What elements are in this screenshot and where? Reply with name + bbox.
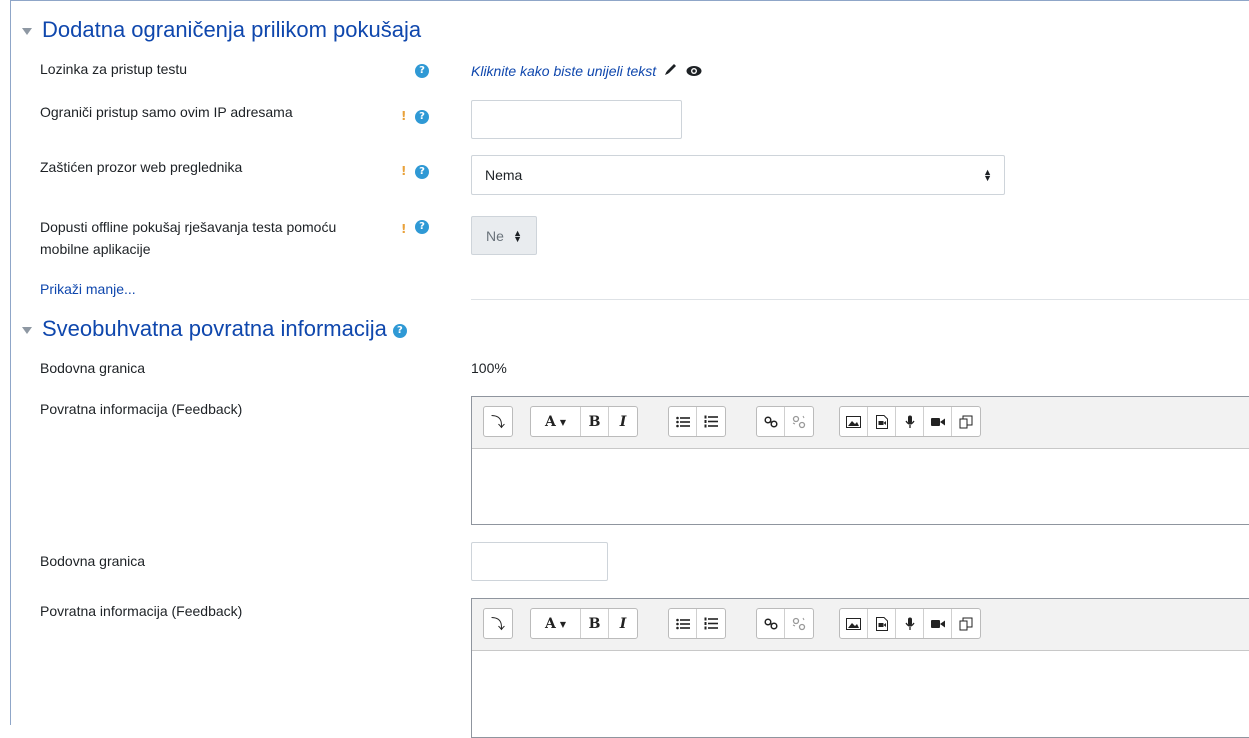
- collapse-caret-icon[interactable]: [22, 326, 32, 334]
- ip-input[interactable]: [471, 100, 682, 139]
- ordered-list-icon[interactable]: [697, 609, 725, 638]
- help-icon[interactable]: ?: [415, 165, 429, 179]
- section-title: Sveobuhvatna povratna informacija: [42, 316, 387, 341]
- toolbar-group-media: [839, 406, 981, 437]
- copy-paste-icon[interactable]: [952, 609, 980, 638]
- browser-security-select[interactable]: Nema ▲ ▼: [471, 155, 1005, 195]
- microphone-icon[interactable]: [896, 609, 924, 638]
- media-icon[interactable]: [868, 609, 896, 638]
- unlink-icon[interactable]: [785, 407, 813, 436]
- advanced-icon: !: [401, 164, 407, 178]
- password-editable[interactable]: Kliknite kako biste unijeli tekst: [471, 60, 702, 82]
- help-icon[interactable]: ?: [415, 110, 429, 124]
- toolbar-toggle-icon[interactable]: ⤵: [484, 407, 512, 436]
- help-icon[interactable]: ?: [392, 324, 407, 338]
- advanced-icon: !: [401, 109, 407, 123]
- show-less-link[interactable]: Prikaži manje...: [40, 281, 136, 297]
- browser-security-value: Nema: [485, 167, 523, 183]
- toolbar-group-toggle: ⤵: [483, 608, 513, 639]
- toolbar-toggle-icon[interactable]: ⤵: [484, 609, 512, 638]
- section-header-feedback[interactable]: Sveobuhvatna povratna informacija ?: [22, 316, 407, 342]
- pencil-icon[interactable]: [664, 62, 678, 80]
- video-camera-icon[interactable]: [924, 407, 952, 436]
- image-icon[interactable]: [840, 407, 868, 436]
- editor-content-area[interactable]: [472, 652, 1249, 737]
- feedback-label: Povratna informacija (Feedback): [40, 603, 243, 619]
- section-header-restrictions[interactable]: Dodatna ograničenja prilikom pokušaja: [22, 17, 421, 43]
- font-style-icon[interactable]: A ▼: [531, 609, 581, 638]
- toolbar-group-media: [839, 608, 981, 639]
- italic-icon[interactable]: I: [609, 609, 637, 638]
- advanced-icon: !: [401, 222, 407, 236]
- link-icon[interactable]: [757, 609, 785, 638]
- grade-boundary-input[interactable]: [471, 542, 608, 581]
- toolbar-group-lists: [668, 608, 726, 639]
- grade-boundary-label: Bodovna granica: [40, 553, 146, 569]
- offline-label-line2: mobilne aplikacije: [40, 241, 151, 257]
- editor-content-area[interactable]: [472, 450, 1249, 524]
- help-icon[interactable]: ?: [415, 220, 429, 234]
- feedback-label: Povratna informacija (Feedback): [40, 401, 243, 417]
- toolbar-group-links: [756, 406, 814, 437]
- copy-paste-icon[interactable]: [952, 407, 980, 436]
- feedback-editor[interactable]: ⤵ A ▼ B I: [471, 396, 1249, 525]
- bold-icon[interactable]: B: [581, 407, 609, 436]
- image-icon[interactable]: [840, 609, 868, 638]
- toolbar-group-format: A ▼ B I: [530, 608, 638, 639]
- bold-icon[interactable]: B: [581, 609, 609, 638]
- toolbar-group-links: [756, 608, 814, 639]
- offline-select[interactable]: Ne ▲ ▼: [471, 216, 537, 255]
- unlink-icon[interactable]: [785, 609, 813, 638]
- offline-label-line1: Dopusti offline pokušaj rješavanja testa…: [40, 219, 337, 235]
- offline-value: Ne: [486, 227, 504, 244]
- video-camera-icon[interactable]: [924, 609, 952, 638]
- ip-label: Ograniči pristup samo ovim IP adresama: [40, 104, 293, 120]
- font-style-icon[interactable]: A ▼: [531, 407, 581, 436]
- collapse-caret-icon[interactable]: [22, 27, 32, 35]
- unordered-list-icon[interactable]: [669, 609, 697, 638]
- italic-icon[interactable]: I: [609, 407, 637, 436]
- grade-boundary-label: Bodovna granica: [40, 360, 146, 376]
- section-title: Dodatna ograničenja prilikom pokušaja: [42, 17, 422, 42]
- section-divider: [471, 299, 1249, 300]
- toolbar-group-format: A ▼ B I: [530, 406, 638, 437]
- toolbar-group-lists: [668, 406, 726, 437]
- editor-toolbar: ⤵ A ▼ B I: [472, 599, 1249, 651]
- link-icon[interactable]: [757, 407, 785, 436]
- eye-icon[interactable]: [686, 65, 702, 77]
- select-arrows-icon: ▲ ▼: [983, 167, 992, 183]
- editor-toolbar: ⤵ A ▼ B I: [472, 397, 1249, 449]
- select-arrows-icon: ▲ ▼: [513, 227, 522, 244]
- grade-boundary-value: 100%: [471, 360, 507, 376]
- microphone-icon[interactable]: [896, 407, 924, 436]
- browser-security-label: Zaštićen prozor web preglednika: [40, 159, 243, 175]
- password-editable-text[interactable]: Kliknite kako biste unijeli tekst: [471, 63, 656, 79]
- unordered-list-icon[interactable]: [669, 407, 697, 436]
- help-icon[interactable]: ?: [415, 64, 429, 78]
- ordered-list-icon[interactable]: [697, 407, 725, 436]
- toolbar-group-toggle: ⤵: [483, 406, 513, 437]
- feedback-editor[interactable]: ⤵ A ▼ B I: [471, 598, 1249, 738]
- media-icon[interactable]: [868, 407, 896, 436]
- password-label: Lozinka za pristup testu: [40, 61, 188, 77]
